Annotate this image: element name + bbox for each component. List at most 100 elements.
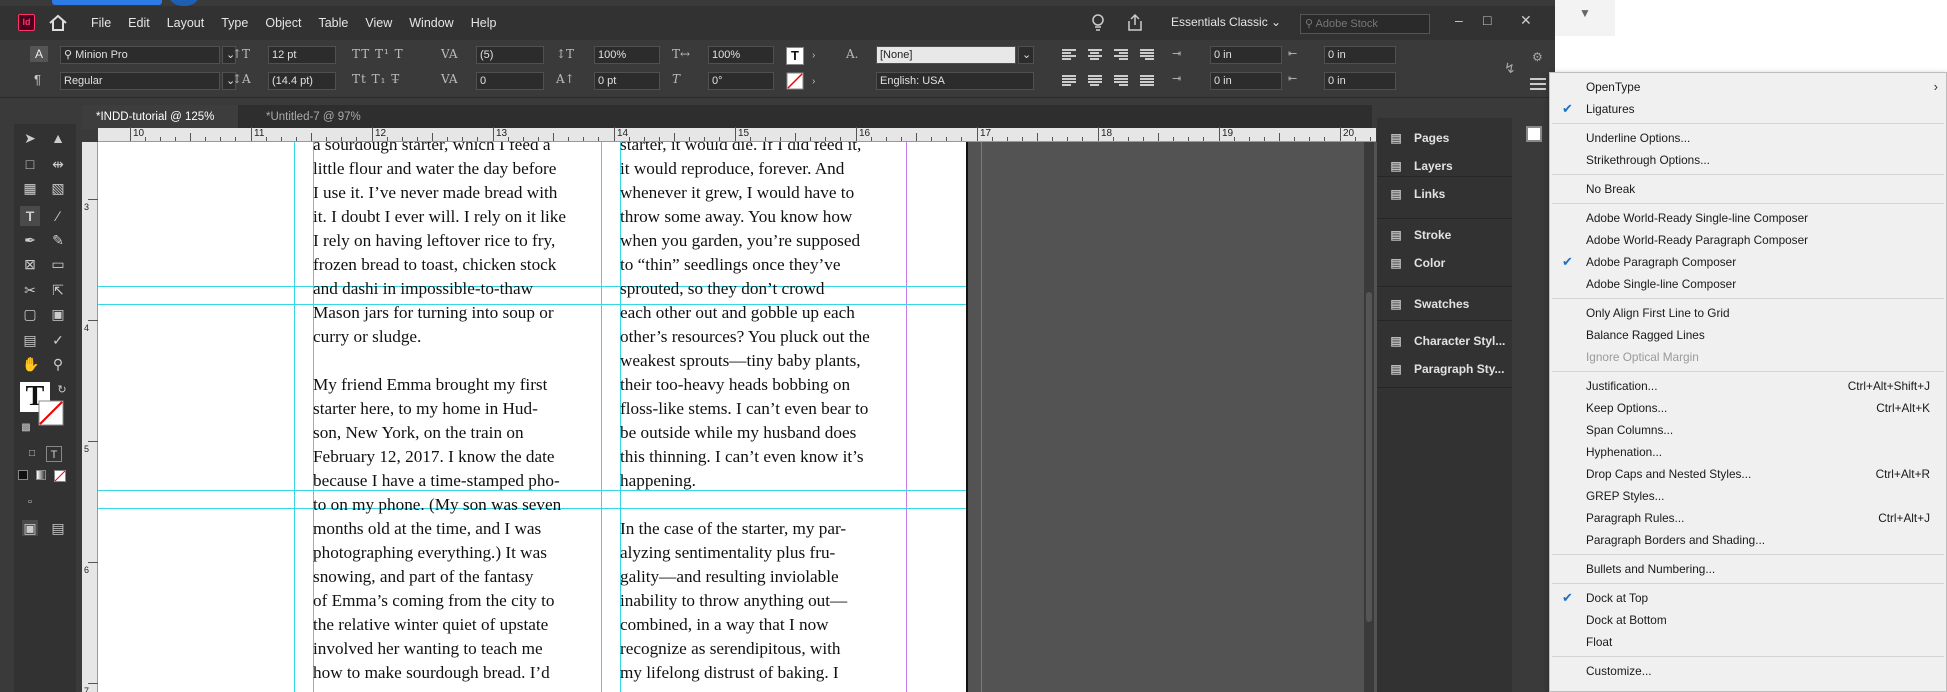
home-icon[interactable] [48, 14, 68, 32]
scissors-tool-icon[interactable]: ✂ [22, 282, 38, 298]
page-tool-icon[interactable]: □ [22, 156, 38, 172]
note-tool-icon[interactable]: ▤ [22, 332, 38, 348]
eyedropper-tool-icon[interactable]: ✓ [50, 332, 66, 348]
adobe-stock-search[interactable]: ⚲ Adobe Stock [1300, 14, 1430, 34]
stroke-swatch-icon[interactable] [38, 400, 64, 426]
menu-item-customize[interactable]: Customize... [1550, 660, 1946, 682]
menu-item-float[interactable]: Float [1550, 631, 1946, 653]
panel-layers[interactable]: ▤ Layers [1387, 156, 1452, 176]
menu-item-adobe-world-ready-paragraph-composer[interactable]: Adobe World-Ready Paragraph Composer [1550, 229, 1946, 251]
formatting-text-icon[interactable]: T [46, 446, 62, 462]
chevron-down-icon[interactable]: ⌄ [1018, 46, 1034, 64]
panel-character-styl[interactable]: ▤ Character Styl... [1387, 331, 1505, 351]
menu-item-underline-options[interactable]: Underline Options... [1550, 127, 1946, 149]
hand-tool-icon[interactable]: ✋ [22, 356, 39, 372]
menu-edit[interactable]: Edit [128, 16, 150, 30]
character-style-field[interactable]: [None] [876, 46, 1016, 64]
menu-type[interactable]: Type [221, 16, 248, 30]
align-towards-spine-icon[interactable] [1140, 49, 1154, 61]
font-size-field[interactable]: 12 pt [268, 46, 336, 64]
character-mode-icon[interactable]: A [30, 46, 48, 62]
rectangle-frame-tool-icon[interactable]: ⊠ [22, 256, 38, 272]
tab-indd-tutorial[interactable]: *INDD-tutorial @ 125% ✕ [82, 105, 238, 147]
menu-item-adobe-single-line-composer[interactable]: Adobe Single-line Composer [1550, 273, 1946, 295]
first-line-indent-field[interactable]: 0 in [1210, 72, 1282, 90]
panel-links[interactable]: ▤ Links [1387, 184, 1445, 204]
skew-field[interactable]: 0° [708, 72, 774, 90]
minimize-button[interactable]: – [1455, 12, 1463, 28]
menu-item-bullets-and-numbering[interactable]: Bullets and Numbering... [1550, 558, 1946, 580]
horizontal-scale-field[interactable]: 100% [708, 46, 774, 64]
menu-item-ligatures[interactable]: ✔ Ligatures [1550, 98, 1946, 120]
chevron-right-icon[interactable]: › [812, 76, 815, 87]
menu-item-paragraph-borders-and-shading[interactable]: Paragraph Borders and Shading... [1550, 529, 1946, 551]
chevron-right-icon[interactable]: › [812, 50, 815, 61]
justify-center-icon[interactable] [1088, 75, 1102, 87]
kerning-field[interactable]: (5) [476, 46, 544, 64]
align-left-icon[interactable] [1062, 49, 1076, 61]
align-right-icon[interactable] [1114, 49, 1128, 61]
vertical-scale-field[interactable]: 100% [594, 46, 660, 64]
menu-window[interactable]: Window [409, 16, 453, 30]
gap-tool-icon[interactable]: ⇹ [50, 156, 66, 172]
justify-right-icon[interactable] [1114, 75, 1128, 87]
direct-selection-tool-icon[interactable]: ▲ [50, 130, 66, 146]
gradient-swatch-tool-icon[interactable]: ▢ [22, 306, 38, 322]
lightbulb-icon[interactable] [1090, 13, 1106, 33]
menu-item-dock-at-top[interactable]: ✔ Dock at Top [1550, 587, 1946, 609]
line-tool-icon[interactable]: ∕ [50, 208, 66, 224]
menu-item-drop-caps-and-nested-styles[interactable]: Drop Caps and Nested Styles... Ctrl+Alt+R [1550, 463, 1946, 485]
fill-color-icon[interactable]: T [786, 47, 804, 65]
menu-item-adobe-world-ready-single-line-composer[interactable]: Adobe World-Ready Single-line Composer [1550, 207, 1946, 229]
text-frame-column-2[interactable]: starter, it would die. If I did feed it,… [620, 142, 870, 685]
gradient-feather-tool-icon[interactable]: ▣ [50, 306, 66, 322]
menu-file[interactable]: File [91, 16, 111, 30]
maximize-button[interactable]: □ [1483, 12, 1491, 28]
workspace-switcher[interactable]: Essentials Classic ⌄ [1171, 15, 1281, 29]
rectangle-tool-icon[interactable]: ▭ [50, 256, 66, 272]
tab-untitled-7[interactable]: *Untitled-7 @ 97% ✕ [252, 105, 392, 147]
screen-mode-icon[interactable]: ▫ [22, 494, 38, 510]
menu-item-justification[interactable]: Justification... Ctrl+Alt+Shift+J [1550, 375, 1946, 397]
panel-pages[interactable]: ▤ Pages [1387, 128, 1449, 148]
panel-menu-icon[interactable] [1530, 78, 1546, 92]
left-indent-field[interactable]: 0 in [1210, 46, 1282, 64]
justify-all-icon[interactable] [1140, 75, 1154, 87]
menu-item-keep-options[interactable]: Keep Options... Ctrl+Alt+K [1550, 397, 1946, 419]
small-caps-icon[interactable]: Tt T₁ T̶ [352, 72, 400, 86]
pen-tool-icon[interactable]: ✒ [22, 232, 38, 248]
menu-help[interactable]: Help [471, 16, 497, 30]
chevron-down-icon[interactable]: ▼ [1579, 6, 1591, 20]
menu-item-only-align-first-line-to-grid[interactable]: Only Align First Line to Grid [1550, 302, 1946, 324]
close-button[interactable]: ✕ [1520, 12, 1532, 29]
leading-field[interactable]: (14.4 pt) [268, 72, 336, 90]
menu-item-grep-styles[interactable]: GREP Styles... [1550, 485, 1946, 507]
menu-table[interactable]: Table [318, 16, 348, 30]
baseline-shift-field[interactable]: 0 pt [594, 72, 660, 90]
apply-none-icon[interactable] [54, 470, 66, 482]
panel-stroke[interactable]: ▤ Stroke [1387, 225, 1451, 245]
align-center-icon[interactable] [1088, 49, 1102, 61]
paragraph-mode-icon[interactable]: ¶ [34, 72, 41, 87]
stroke-color-icon[interactable] [786, 72, 804, 90]
selection-tool-icon[interactable]: ➤ [22, 130, 38, 146]
all-caps-icon[interactable]: TT T¹ T [352, 47, 404, 61]
menu-layout[interactable]: Layout [167, 16, 205, 30]
content-collector-icon[interactable]: ▦ [22, 180, 38, 196]
menu-item-paragraph-rules[interactable]: Paragraph Rules... Ctrl+Alt+J [1550, 507, 1946, 529]
preview-mode-icon[interactable]: ▤ [50, 520, 66, 536]
type-tool-icon[interactable]: T [20, 206, 40, 226]
content-placer-icon[interactable]: ▧ [50, 180, 66, 196]
font-style-field[interactable]: Regular [60, 72, 220, 90]
share-icon[interactable] [1126, 13, 1144, 33]
menu-object[interactable]: Object [265, 16, 301, 30]
free-transform-tool-icon[interactable]: ⇱ [50, 282, 66, 298]
language-field[interactable]: English: USA [876, 72, 1034, 90]
menu-item-dock-at-bottom[interactable]: Dock at Bottom [1550, 609, 1946, 631]
text-frame-column-1[interactable]: a sourdough starter, which I feed a littl… [313, 142, 566, 685]
zoom-tool-icon[interactable]: ⚲ [50, 356, 66, 372]
menu-item-adobe-paragraph-composer[interactable]: ✔ Adobe Paragraph Composer [1550, 251, 1946, 273]
panel-icon[interactable] [1526, 126, 1542, 142]
last-line-indent-field[interactable]: 0 in [1324, 72, 1396, 90]
lightning-icon[interactable]: ↯ [1504, 60, 1516, 77]
